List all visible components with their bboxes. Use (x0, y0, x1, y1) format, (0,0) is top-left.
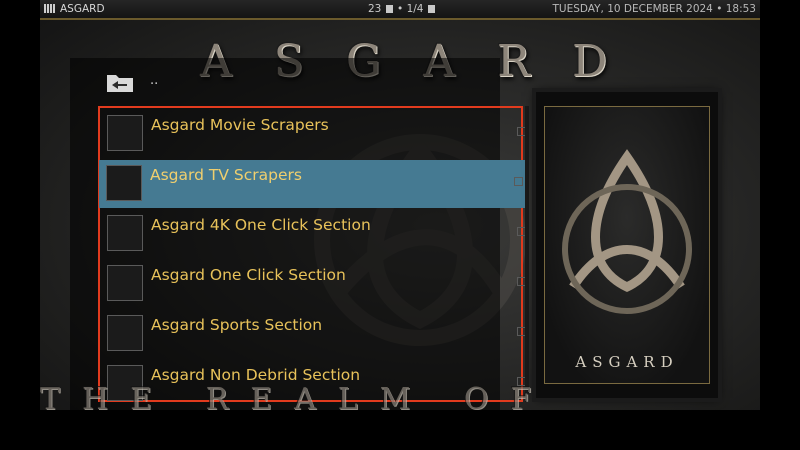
app-icon (44, 4, 55, 13)
list-item-label: Asgard Movie Scrapers (151, 116, 329, 134)
triquetra-icon (106, 165, 142, 201)
list-item[interactable]: Asgard One Click Section (100, 260, 530, 308)
background-stage: ASGARD .. Asgard Movie Scrapers Asgard T (40, 0, 760, 410)
checkbox[interactable] (514, 177, 523, 186)
triquetra-icon (107, 315, 143, 351)
list-item-label: Asgard One Click Section (151, 266, 346, 284)
page-indicator: 1/4 (406, 3, 424, 15)
poster-frame: ASGARD (544, 106, 710, 384)
list-item[interactable]: Asgard Movie Scrapers (100, 110, 530, 158)
item-counter: 23 • 1/4 (368, 3, 436, 15)
background-tagline: THE REALM OF STREAMING (40, 382, 554, 410)
list-icon (385, 5, 393, 13)
datetime: TUESDAY, 10 DECEMBER 2024 • 18:53 (552, 3, 756, 15)
triquetra-icon (107, 115, 143, 151)
folder-back-icon (107, 75, 133, 92)
list-panel: .. Asgard Movie Scrapers Asgard TV Scrap… (70, 58, 529, 410)
item-count: 23 (368, 3, 382, 15)
letterbox-right (760, 0, 800, 450)
list-item-label: Asgard 4K One Click Section (151, 216, 371, 234)
triquetra-icon (107, 215, 143, 251)
poster: ASGARD (536, 92, 718, 398)
app-name: ASGARD (60, 3, 105, 15)
page-icon (427, 5, 435, 13)
scrollbar[interactable] (525, 106, 529, 402)
triquetra-icon (562, 149, 692, 314)
parent-folder-label: .. (150, 73, 159, 88)
list-item[interactable]: Asgard 4K One Click Section (100, 210, 530, 258)
top-bar: ASGARD 23 • 1/4 TUESDAY, 10 DECEMBER 202… (40, 0, 760, 20)
list-item-label: Asgard Sports Section (151, 316, 323, 334)
list-item-selected[interactable]: Asgard TV Scrapers (99, 160, 527, 208)
list-item-label: Asgard TV Scrapers (150, 166, 302, 184)
letterbox-left (0, 0, 40, 450)
list-item[interactable]: Asgard Sports Section (100, 310, 530, 358)
triquetra-icon (107, 265, 143, 301)
poster-title: ASGARD (575, 353, 679, 371)
list-highlight-frame: Asgard Movie Scrapers Asgard TV Scrapers… (98, 106, 527, 402)
letterbox-bottom (0, 410, 800, 450)
